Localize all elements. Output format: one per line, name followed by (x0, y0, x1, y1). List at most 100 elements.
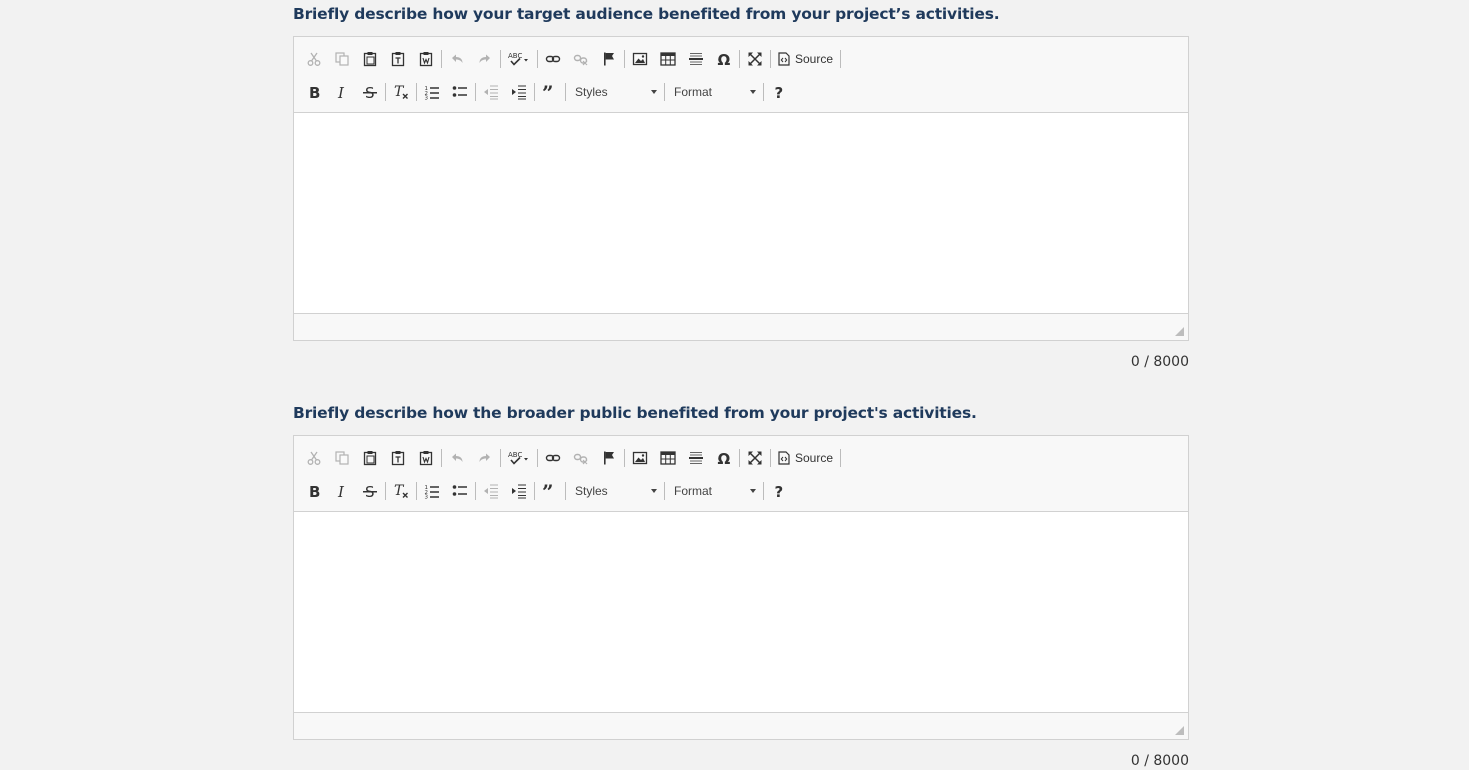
italic-button[interactable]: I (328, 478, 356, 504)
paste-button[interactable] (356, 46, 384, 72)
source-label: Source (795, 450, 834, 465)
horizontal-line-button[interactable] (682, 445, 710, 471)
image-button[interactable] (626, 445, 654, 471)
strike-button[interactable]: S (356, 478, 384, 504)
paste-text-icon (391, 450, 405, 465)
redo-button[interactable] (471, 46, 499, 72)
link-button[interactable] (539, 46, 567, 72)
toolbar-separator (624, 448, 625, 467)
help-button[interactable]: ? (765, 478, 793, 504)
paste-text-button[interactable] (384, 46, 412, 72)
resize-handle-icon[interactable] (1175, 327, 1184, 336)
help-icon: ? (775, 84, 784, 100)
numbered-list-button[interactable]: 123 (418, 478, 446, 504)
anchor-button[interactable] (595, 445, 623, 471)
format-dropdown[interactable]: Format (666, 80, 762, 104)
outdent-button[interactable] (477, 79, 505, 105)
resize-handle-icon[interactable] (1175, 726, 1184, 735)
undo-button[interactable] (443, 445, 471, 471)
indent-icon (512, 484, 526, 498)
toolbar-separator (565, 82, 566, 101)
cut-button[interactable] (300, 445, 328, 471)
unlink-icon (573, 54, 588, 65)
outdent-button[interactable] (477, 478, 505, 504)
image-button[interactable] (626, 46, 654, 72)
bulleted-list-button[interactable] (446, 478, 474, 504)
spellcheck-button[interactable]: ABC (502, 445, 536, 471)
remove-format-button[interactable]: T (387, 79, 415, 105)
paste-icon (363, 51, 377, 66)
toolbar-separator (534, 82, 535, 101)
source-icon (778, 51, 790, 66)
indent-button[interactable] (505, 478, 533, 504)
paste-text-icon (391, 51, 405, 66)
copy-button[interactable] (328, 445, 356, 471)
bold-icon: B (309, 483, 320, 499)
source-button[interactable]: Source (772, 445, 839, 471)
redo-button[interactable] (471, 445, 499, 471)
blockquote-button[interactable]: ” (536, 478, 564, 504)
styles-label: Styles (575, 483, 608, 498)
maximize-icon (748, 451, 762, 464)
paste-word-button[interactable] (412, 445, 440, 471)
svg-text:Ω: Ω (718, 51, 731, 67)
bulleted-list-button[interactable] (446, 79, 474, 105)
toolbar-separator (416, 82, 417, 101)
strike-icon: S (363, 84, 377, 100)
toolbar-separator (739, 448, 740, 467)
bold-button[interactable]: B (300, 79, 328, 105)
styles-dropdown[interactable]: Styles (567, 80, 663, 104)
blockquote-button[interactable]: ” (536, 79, 564, 105)
svg-text:”: ” (542, 84, 554, 100)
help-button[interactable]: ? (765, 79, 793, 105)
table-button[interactable] (654, 445, 682, 471)
unlink-button[interactable] (567, 46, 595, 72)
special-char-button[interactable]: Ω (710, 445, 738, 471)
italic-button[interactable]: I (328, 79, 356, 105)
format-dropdown[interactable]: Format (666, 479, 762, 503)
editor-content-area[interactable] (294, 113, 1188, 314)
italic-icon: I (337, 483, 345, 499)
toolbar-separator (537, 448, 538, 467)
styles-dropdown[interactable]: Styles (567, 479, 663, 503)
copy-button[interactable] (328, 46, 356, 72)
spellcheck-button[interactable]: ABC (502, 46, 536, 72)
strike-icon: S (363, 483, 377, 499)
special-char-button[interactable]: Ω (710, 46, 738, 72)
spellcheck-icon: ABC (508, 451, 528, 465)
source-button[interactable]: Source (772, 46, 839, 72)
cut-button[interactable] (300, 46, 328, 72)
toolbar-separator (475, 82, 476, 101)
maximize-button[interactable] (741, 46, 769, 72)
bold-button[interactable]: B (300, 478, 328, 504)
table-button[interactable] (654, 46, 682, 72)
maximize-button[interactable] (741, 445, 769, 471)
editor-content-area[interactable] (294, 512, 1188, 713)
unlink-icon (573, 453, 588, 464)
indent-button[interactable] (505, 79, 533, 105)
svg-text:?: ? (775, 84, 784, 100)
bold-icon: B (309, 84, 320, 100)
table-icon (660, 450, 676, 465)
editor-toolbar: ABC Ω Source B I T 1 2 3 ” Styles Format… (294, 37, 1188, 113)
anchor-icon (604, 451, 614, 464)
unlink-button[interactable] (567, 445, 595, 471)
horizontal-line-button[interactable] (682, 46, 710, 72)
special-char-icon: Ω (718, 51, 731, 67)
anchor-button[interactable] (595, 46, 623, 72)
svg-text:B: B (309, 483, 320, 499)
toolbar-separator (763, 481, 764, 500)
paste-word-button[interactable] (412, 46, 440, 72)
character-counter: 0 / 8000 (1130, 354, 1189, 370)
horizontal-line-icon (689, 451, 703, 464)
svg-text:?: ? (775, 483, 784, 499)
link-button[interactable] (539, 445, 567, 471)
format-label: Format (674, 483, 713, 498)
paste-button[interactable] (356, 445, 384, 471)
numbered-list-button[interactable]: 123 (418, 79, 446, 105)
undo-button[interactable] (443, 46, 471, 72)
remove-format-button[interactable]: T (387, 478, 415, 504)
blockquote-icon: ” (542, 84, 554, 100)
strike-button[interactable]: S (356, 79, 384, 105)
paste-text-button[interactable] (384, 445, 412, 471)
